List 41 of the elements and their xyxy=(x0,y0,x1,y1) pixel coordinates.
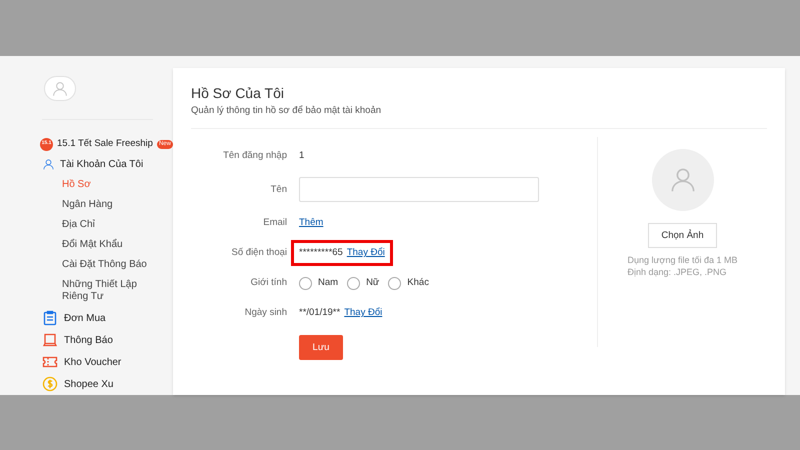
page-subtitle: Quản lý thông tin hồ sơ để bảo mật tài khoản xyxy=(191,104,382,118)
submenu-item[interactable]: Địa Chỉ xyxy=(62,215,173,235)
submenu-item[interactable]: Những Thiết Lập Riêng Tư xyxy=(62,275,173,307)
coin-icon xyxy=(42,376,58,392)
change-link[interactable]: Thay Đổi xyxy=(344,306,382,320)
upload-note: Định dạng: .JPEG, .PNG xyxy=(628,266,728,278)
sidebar-item[interactable]: Shopee Xu xyxy=(64,376,114,392)
submenu-item[interactable]: Ngân Hàng xyxy=(62,195,173,215)
clipboard-icon xyxy=(42,310,58,326)
radio-label: Nam xyxy=(318,276,338,290)
field-value: **/01/19** xyxy=(299,306,340,320)
ticket-icon xyxy=(42,354,58,370)
save-button[interactable]: Lưu xyxy=(299,335,343,360)
radio-button[interactable] xyxy=(347,276,360,290)
sidebar-item[interactable]: Thông Báo xyxy=(64,332,113,348)
sidebar-item[interactable]: Đơn Mua xyxy=(64,310,106,326)
radio-label: Nữ xyxy=(366,276,380,290)
submenu-item[interactable]: Cài Đặt Thông Báo xyxy=(62,255,173,275)
choose-image-button[interactable]: Chọn Ảnh xyxy=(648,223,717,248)
user-icon xyxy=(51,80,69,98)
submenu-item[interactable]: Đổi Mật Khẩu xyxy=(62,235,173,255)
field-value: 1 xyxy=(299,149,304,164)
upload-note: Dụng lượng file tối đa 1 MB xyxy=(628,254,738,266)
field-label: Email xyxy=(262,216,287,230)
field-label: Số điện thoại xyxy=(230,246,287,260)
radio-label: Khác xyxy=(407,276,429,290)
account-item[interactable]: Tài Khoản Của Tôi xyxy=(60,156,144,172)
field-label: Tên đăng nhập xyxy=(222,149,287,164)
field-label: Ngày sinh xyxy=(244,306,287,320)
sidebar-item[interactable]: Kho Voucher xyxy=(64,354,122,370)
user-icon xyxy=(42,158,55,170)
page-title: Hồ Sơ Của Tôi xyxy=(191,84,285,102)
promo-link[interactable]: 15.1 Tết Sale Freeship xyxy=(57,136,153,152)
radio-button[interactable] xyxy=(388,276,402,290)
add-link[interactable]: Thêm xyxy=(299,216,324,230)
change-link[interactable]: Thay Đổi xyxy=(346,246,385,260)
field-label: Giới tính xyxy=(250,276,287,290)
field-label: Tên xyxy=(270,182,287,197)
field-value: *********65 xyxy=(299,246,343,260)
radio-button[interactable] xyxy=(299,276,312,290)
name-input[interactable] xyxy=(299,177,539,202)
